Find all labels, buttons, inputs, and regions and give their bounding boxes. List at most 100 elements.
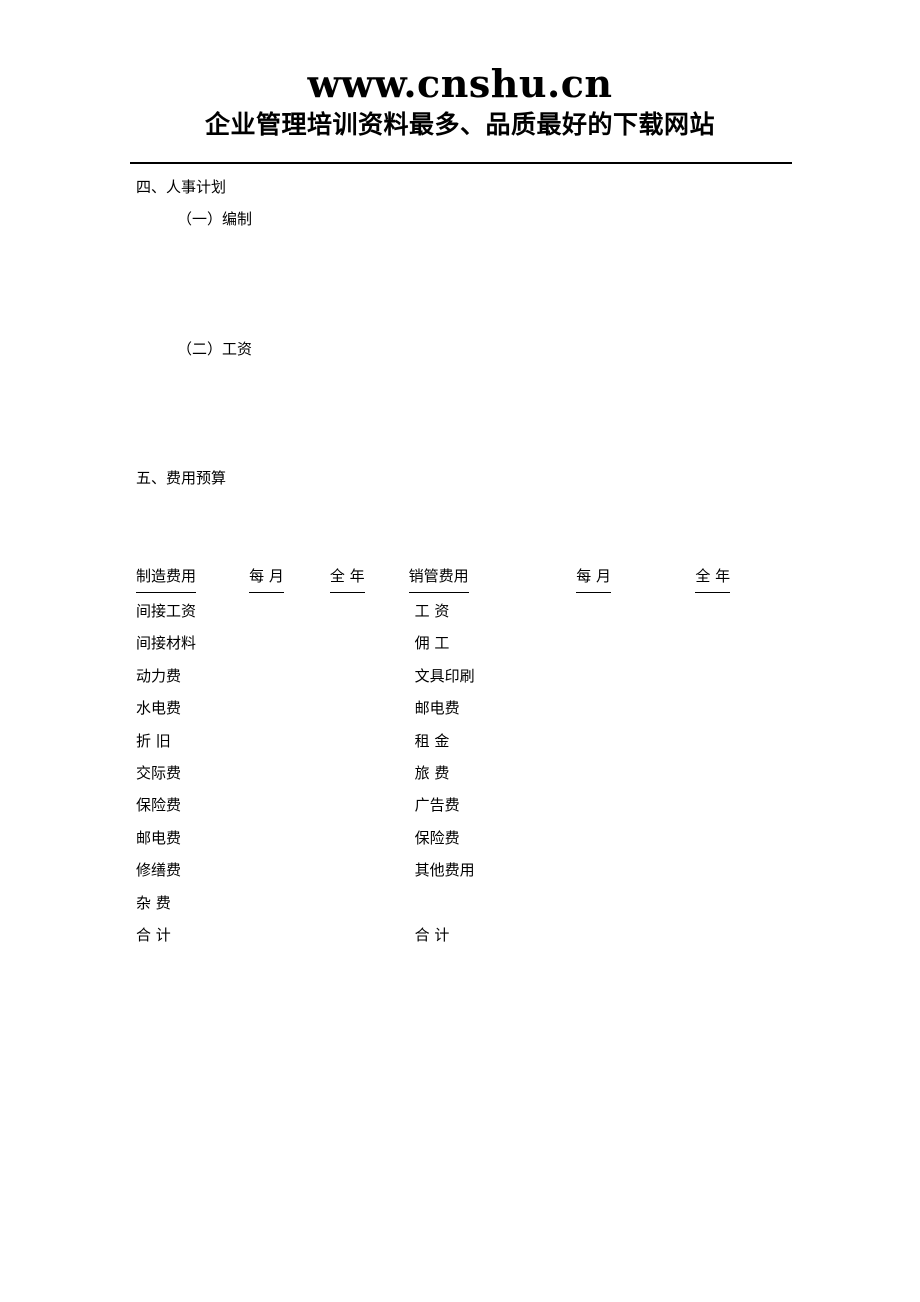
cell-spacer xyxy=(390,854,408,886)
cell-manufacturing-expense-name: 间接材料 xyxy=(136,634,197,653)
cell-spacer xyxy=(390,919,408,951)
cell-spacer xyxy=(310,725,330,757)
cell-selling-admin-annual-value xyxy=(695,757,756,789)
cell-spacer xyxy=(534,789,576,821)
cell-selling-admin-annual-value xyxy=(695,822,756,854)
cell-selling-admin-expense-name: 工 资 xyxy=(414,602,450,620)
cell-spacer xyxy=(534,692,576,724)
cell-manufacturing-monthly-value xyxy=(249,757,310,789)
cell-manufacturing-annual-value xyxy=(330,887,391,919)
cell-spacer xyxy=(655,822,695,854)
cell-manufacturing-annual-value xyxy=(330,595,391,627)
cell-spacer xyxy=(310,757,330,789)
cell-spacer xyxy=(655,854,695,886)
cell-selling-admin-annual-value xyxy=(695,789,756,821)
cell-spacer xyxy=(534,725,576,757)
cell-spacer xyxy=(390,822,408,854)
column-header-selling-admin-monthly: 每 月 xyxy=(576,561,655,595)
cell-spacer xyxy=(310,692,330,724)
cell-selling-admin-annual-value xyxy=(695,919,756,951)
cell-spacer xyxy=(534,919,576,951)
cell-selling-admin-monthly-value xyxy=(576,660,655,692)
cell-spacer xyxy=(390,595,408,627)
table-body: 间接工资工 资间接材料佣 工动力费 文具印刷 水电费 邮电费折 旧租 金交际费旅 费保… xyxy=(136,595,756,951)
cell-spacer xyxy=(534,757,576,789)
cell-selling-admin-monthly-value xyxy=(576,757,655,789)
document-page: www.cnshu.cn 企业管理培训资料最多、品质最好的下载网站 四、人事计划… xyxy=(0,0,920,1302)
cell-spacer xyxy=(229,757,249,789)
cell-manufacturing-monthly-value xyxy=(249,660,310,692)
cell-manufacturing-expense-name: 邮电费 xyxy=(136,828,182,847)
cell-manufacturing-annual-value xyxy=(330,660,391,692)
cell-manufacturing-monthly-value xyxy=(249,854,310,886)
header-divider-rule xyxy=(130,162,792,164)
cell-spacer xyxy=(310,822,330,854)
table-row: 修缮费 其他费用 xyxy=(136,854,756,886)
cell-selling-admin-annual-value xyxy=(695,854,756,886)
cell-manufacturing-monthly-value xyxy=(249,627,310,659)
cell-spacer xyxy=(310,627,330,659)
cell-manufacturing-annual-value xyxy=(330,919,391,951)
cell-spacer xyxy=(655,919,695,951)
cell-spacer xyxy=(310,789,330,821)
cell-manufacturing-annual-value xyxy=(330,692,391,724)
column-header-text: 全 年 xyxy=(695,561,731,593)
cell-spacer xyxy=(534,854,576,886)
cell-spacer xyxy=(390,660,408,692)
cell-spacer xyxy=(229,887,249,919)
cell-spacer xyxy=(310,660,330,692)
table-row: 邮电费 保险费 xyxy=(136,822,756,854)
table-row: 折 旧租 金 xyxy=(136,725,756,757)
cell-manufacturing-annual-value xyxy=(330,854,391,886)
cell-manufacturing-monthly-value xyxy=(249,789,310,821)
cell-manufacturing-monthly-value xyxy=(249,822,310,854)
cell-manufacturing-expense-name: 杂 费 xyxy=(136,893,171,912)
cell-manufacturing-annual-value xyxy=(330,822,391,854)
table-row: 保险费 广告费 xyxy=(136,789,756,821)
cell-spacer xyxy=(229,789,249,821)
column-header-manufacturing-monthly: 每 月 xyxy=(249,561,310,595)
cell-spacer xyxy=(310,887,330,919)
header-spacer xyxy=(655,561,695,595)
table-row: 动力费 文具印刷 xyxy=(136,660,756,692)
cell-manufacturing-annual-value xyxy=(330,627,391,659)
header-spacer xyxy=(229,561,249,595)
cell-selling-admin-monthly-value xyxy=(576,789,655,821)
column-header-manufacturing-expense: 制造费用 xyxy=(136,561,229,595)
cell-spacer xyxy=(655,627,695,659)
cell-spacer xyxy=(229,660,249,692)
cell-spacer xyxy=(229,854,249,886)
cell-spacer xyxy=(655,595,695,627)
cell-manufacturing-expense-name: 合 计 xyxy=(136,926,171,945)
cell-manufacturing-expense-name: 水电费 xyxy=(136,699,182,718)
section-heading-personnel-plan: 四、人事计划 xyxy=(136,178,227,196)
cell-spacer xyxy=(534,660,576,692)
cell-selling-admin-monthly-value xyxy=(576,595,655,627)
cell-spacer xyxy=(390,757,408,789)
column-header-text: 每 月 xyxy=(576,561,611,593)
cell-selling-admin-monthly-value xyxy=(576,692,655,724)
cell-selling-admin-expense-name: 旅 费 xyxy=(414,764,450,783)
cell-manufacturing-annual-value xyxy=(330,725,391,757)
cell-selling-admin-monthly-value xyxy=(576,919,655,951)
table-row: 交际费 旅 费 xyxy=(136,757,756,789)
site-tagline: 企业管理培训资料最多、品质最好的下载网站 xyxy=(204,110,715,139)
table-row: 合 计合 计 xyxy=(136,919,756,951)
cell-manufacturing-monthly-value xyxy=(249,725,310,757)
cell-manufacturing-expense-name: 修缮费 xyxy=(136,861,182,880)
cell-spacer xyxy=(229,919,249,951)
cell-spacer xyxy=(655,725,695,757)
cell-selling-admin-monthly-value xyxy=(576,822,655,854)
cell-spacer xyxy=(390,627,408,659)
expense-budget-table: 制造费用 每 月 全 年 销管费用 每 月 全 年 间接工资 工 资 间接材料 … xyxy=(136,561,756,951)
cell-spacer xyxy=(390,789,408,821)
column-header-selling-admin-expense: 销管费用 xyxy=(408,561,534,595)
cell-spacer xyxy=(229,627,249,659)
cell-selling-admin-monthly-value xyxy=(576,887,655,919)
cell-selling-admin-expense-name: 邮电费 xyxy=(414,699,460,718)
cell-selling-admin-expense-name: 合 计 xyxy=(414,926,450,945)
cell-spacer xyxy=(655,660,695,692)
cell-selling-admin-monthly-value xyxy=(576,627,655,659)
cell-selling-admin-annual-value xyxy=(695,725,756,757)
section-heading-expense-budget: 五、费用预算 xyxy=(136,469,227,487)
